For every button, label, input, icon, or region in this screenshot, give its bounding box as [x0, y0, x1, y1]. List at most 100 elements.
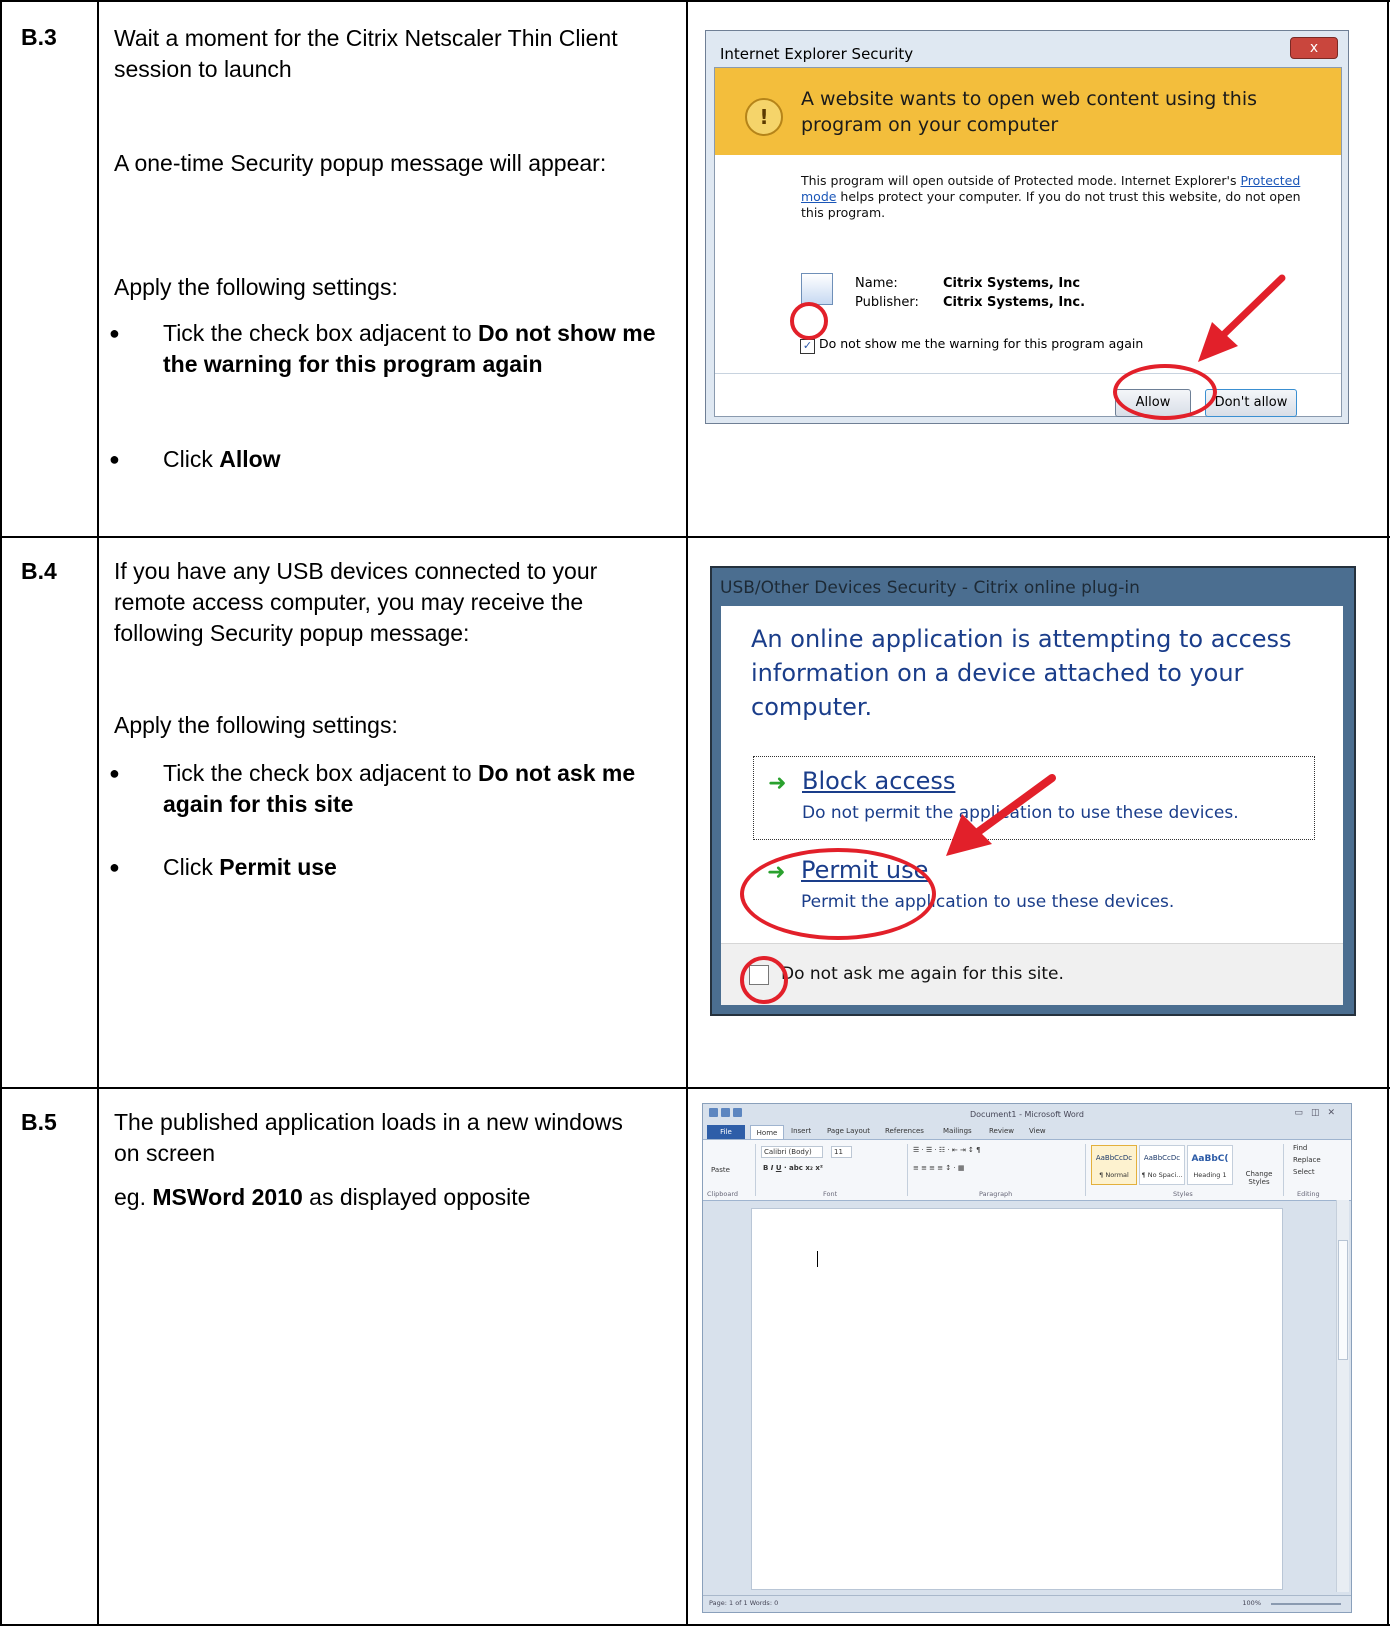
- maximize-icon[interactable]: ◫: [1311, 1108, 1328, 1118]
- paragraph-row: ☰ · ☰ · ☷ · ⇤ ⇥ ↕ ¶: [913, 1146, 981, 1154]
- block-access-title: Block access: [802, 767, 956, 795]
- bullet-bold: Allow: [219, 446, 281, 472]
- message-text: helps protect your computer. If you do n…: [801, 189, 1301, 220]
- program-icon: [801, 273, 833, 305]
- scrollbar-thumb[interactable]: [1338, 1240, 1348, 1360]
- tab-page-layout[interactable]: Page Layout: [827, 1127, 870, 1135]
- bullet-text: Click: [163, 446, 220, 472]
- publisher-label: Publisher:: [855, 295, 919, 310]
- bullet-dot: ●: [109, 857, 120, 877]
- highlight-circle: [740, 848, 936, 940]
- bullet-item: ● Click Permit use: [109, 852, 663, 883]
- align-row: ≡ ≡ ≡ ≡ ↕ · ▦: [913, 1164, 965, 1172]
- red-arrow-icon: [946, 774, 1056, 856]
- step-label: B.4: [21, 558, 57, 584]
- popup-note: A one-time Security popup message will a…: [114, 150, 607, 176]
- bullet-dot: ●: [109, 323, 120, 343]
- dont-allow-button[interactable]: Don't allow: [1205, 389, 1297, 417]
- example-bold: MSWord 2010: [152, 1184, 303, 1210]
- bullet-item: ● Tick the check box adjacent to Do not …: [109, 758, 673, 820]
- ribbon-separator: [755, 1144, 756, 1196]
- group-label: Editing: [1297, 1190, 1320, 1198]
- tab-insert[interactable]: Insert: [791, 1127, 811, 1135]
- bullet-text: Click: [163, 854, 220, 880]
- tab-mailings[interactable]: Mailings: [943, 1127, 972, 1135]
- window-title: Document1 - Microsoft Word: [969, 1110, 1085, 1119]
- ribbon-separator: [1283, 1144, 1284, 1196]
- name-label: Name:: [855, 276, 898, 291]
- bullet-bold: Permit use: [219, 854, 337, 880]
- style-name: Heading 1: [1193, 1171, 1227, 1179]
- ribbon: Paste Calibri (Body) 11 B I U · abc x₂ x…: [703, 1139, 1351, 1201]
- instruction-table: B.3 Wait a moment for the Citrix Netscal…: [0, 0, 1390, 1626]
- highlight-circle: [1113, 364, 1217, 420]
- style-normal[interactable]: AaBbCcDc ¶ Normal: [1091, 1145, 1137, 1185]
- field-values: Citrix Systems, Inc Citrix Systems, Inc.: [943, 274, 1085, 312]
- select-button[interactable]: Select: [1293, 1168, 1315, 1176]
- replace-button[interactable]: Replace: [1293, 1156, 1321, 1164]
- style-no-spacing[interactable]: AaBbCcDc ¶ No Spaci...: [1139, 1145, 1185, 1185]
- name-value: Citrix Systems, Inc: [943, 276, 1081, 291]
- style-name: ¶ Normal: [1099, 1171, 1129, 1179]
- document-page[interactable]: [751, 1208, 1283, 1590]
- row-divider-1: [0, 536, 1390, 538]
- style-sample: AaBbCcDc: [1095, 1154, 1133, 1162]
- message-text: This program will open outside of Protec…: [801, 173, 1241, 188]
- style-name: ¶ No Spaci...: [1141, 1171, 1183, 1179]
- publisher-value: Citrix Systems, Inc.: [943, 295, 1086, 310]
- tab-review[interactable]: Review: [989, 1127, 1014, 1135]
- table-border-left: [0, 0, 2, 1626]
- text-cursor: [817, 1251, 818, 1267]
- minimize-icon[interactable]: ▭: [1294, 1108, 1311, 1118]
- dont-show-checkbox[interactable]: ✓: [800, 339, 815, 354]
- green-arrow-icon: ➜: [768, 771, 787, 796]
- step-intro: The published application loads in a new…: [114, 1109, 623, 1166]
- shield-warning-icon: !: [745, 98, 783, 136]
- highlight-circle: [740, 956, 788, 1004]
- col-divider-1: [97, 0, 99, 1626]
- font-size-select[interactable]: 11: [831, 1146, 852, 1158]
- find-button[interactable]: Find: [1293, 1144, 1307, 1152]
- example-post: as displayed opposite: [302, 1184, 531, 1210]
- tab-references[interactable]: References: [885, 1127, 924, 1135]
- apply-settings: Apply the following settings:: [114, 712, 398, 738]
- ribbon-separator: [1085, 1144, 1086, 1196]
- style-heading-1[interactable]: AaBbC( Heading 1: [1187, 1145, 1233, 1185]
- paste-button[interactable]: Paste: [711, 1166, 730, 1174]
- window-controls: ▭◫✕: [1294, 1108, 1343, 1118]
- dialog-title: USB/Other Devices Security - Citrix onli…: [720, 578, 1140, 598]
- group-label: Font: [823, 1190, 838, 1198]
- close-button[interactable]: x: [1290, 37, 1338, 59]
- font-format-row: B I U · abc x₂ x²: [763, 1164, 823, 1172]
- table-border-top: [0, 0, 1390, 2]
- step-intro: If you have any USB devices connected to…: [114, 558, 598, 646]
- bullet-text: Tick the check box adjacent to: [163, 760, 478, 786]
- bullet-text: Tick the check box adjacent to: [163, 320, 478, 346]
- dialog-heading: An online application is attempting to a…: [751, 625, 1292, 721]
- zoom-level: 100%: [1242, 1599, 1261, 1607]
- bullet-dot: ●: [109, 449, 120, 469]
- step-label: B.5: [21, 1109, 57, 1135]
- col-divider-2: [686, 0, 688, 1626]
- table-border-right: [1387, 0, 1389, 1626]
- dont-ask-label[interactable]: Do not ask me again for this site.: [781, 964, 1064, 984]
- close-icon[interactable]: ✕: [1327, 1108, 1343, 1118]
- row-divider-2: [0, 1087, 1390, 1089]
- step-intro: Wait a moment for the Citrix Netscaler T…: [114, 25, 618, 82]
- tab-file[interactable]: File: [707, 1125, 745, 1139]
- style-sample: AaBbC(: [1191, 1154, 1229, 1164]
- dont-show-label[interactable]: Do not show me the warning for this prog…: [819, 336, 1143, 351]
- highlight-circle: [790, 302, 828, 340]
- dialog-message: This program will open outside of Protec…: [801, 173, 1321, 221]
- change-styles-button[interactable]: Change Styles: [1241, 1170, 1277, 1186]
- vertical-scrollbar[interactable]: [1336, 1200, 1349, 1592]
- zoom-slider[interactable]: [1271, 1603, 1341, 1605]
- divider: [715, 373, 1341, 374]
- apply-settings: Apply the following settings:: [114, 274, 398, 300]
- font-name-select[interactable]: Calibri (Body): [761, 1146, 823, 1158]
- dialog-heading: A website wants to open web content usin…: [801, 88, 1258, 136]
- group-label: Styles: [1173, 1190, 1193, 1198]
- style-sample: AaBbCcDc: [1143, 1154, 1181, 1162]
- tab-view[interactable]: View: [1029, 1127, 1046, 1135]
- tab-home[interactable]: Home: [750, 1125, 784, 1140]
